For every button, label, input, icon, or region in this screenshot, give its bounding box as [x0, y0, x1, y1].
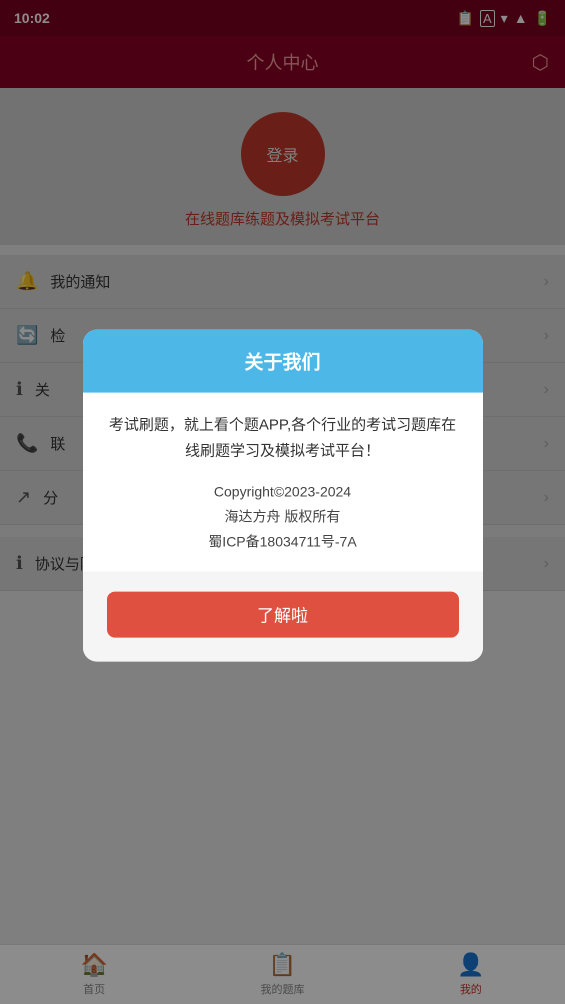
understand-button[interactable]: 了解啦: [107, 591, 459, 637]
modal-description: 考试刷题，就上看个题APP,各个行业的考试习题库在线刷题学习及模拟考试平台！: [107, 413, 459, 464]
copyright-line1: Copyright©2023-2024: [107, 480, 459, 505]
modal-title: 关于我们: [244, 353, 320, 374]
modal-header: 关于我们: [83, 330, 483, 393]
copyright-line2: 海达方舟 版权所有: [107, 505, 459, 530]
copyright-line3: 蜀ICP备18034711号-7A: [107, 530, 459, 555]
about-modal: 关于我们 考试刷题，就上看个题APP,各个行业的考试习题库在线刷题学习及模拟考试…: [83, 330, 483, 662]
modal-copyright: Copyright©2023-2024 海达方舟 版权所有 蜀ICP备18034…: [107, 480, 459, 556]
modal-body: 考试刷题，就上看个题APP,各个行业的考试习题库在线刷题学习及模拟考试平台！ C…: [83, 393, 483, 556]
modal-footer: 了解啦: [83, 571, 483, 661]
